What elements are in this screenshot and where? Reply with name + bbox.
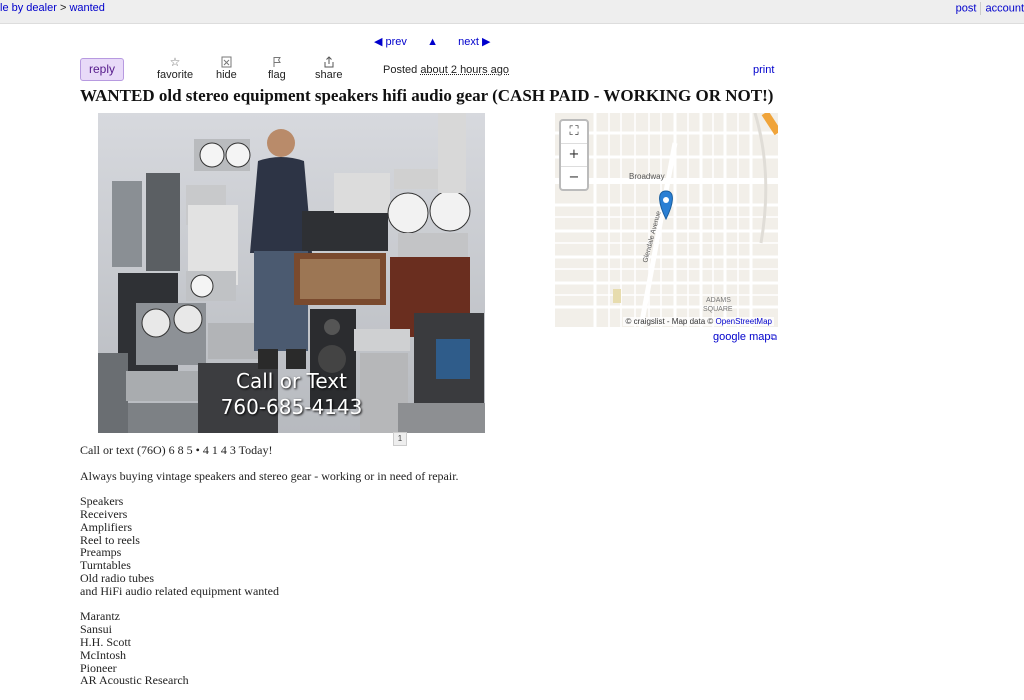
category-list: Speakers Receivers Amplifiers Reel to re… <box>80 495 459 597</box>
fullscreen-icon[interactable]: ⛶ <box>561 121 587 144</box>
zoom-in-button[interactable]: + <box>561 144 587 167</box>
account-link[interactable]: account <box>985 2 1024 14</box>
posting-title: WANTED old stereo equipment speakers hif… <box>80 86 774 105</box>
breadcrumb-wanted[interactable]: wanted <box>69 2 104 14</box>
photo-caption-line1: Call or Text <box>236 369 347 393</box>
up-link[interactable]: ▲ <box>427 36 438 48</box>
favorite-button[interactable]: ☆ favorite <box>157 55 193 82</box>
list-item: AR Acoustic Research <box>80 673 189 688</box>
external-link-icon: ⧉ <box>770 332 777 342</box>
pager: ◀ prev ▲ next ▶ <box>374 35 490 48</box>
listing-photo[interactable]: Call or Text 760-685-4143 <box>98 113 485 433</box>
hide-button[interactable]: hide <box>216 56 237 81</box>
map-controls: ⛶ + − <box>559 119 589 191</box>
posted-label: Posted <box>383 64 418 76</box>
print-link[interactable]: print <box>753 64 774 76</box>
prev-arrow-icon: ◀ <box>374 36 383 48</box>
share-icon <box>315 56 343 69</box>
location-map[interactable]: Broadway Glendale Avenue ADAMS SQUARE ⛶ … <box>555 113 778 327</box>
google-map-link[interactable]: google map⧉ <box>713 331 777 343</box>
zoom-out-button[interactable]: − <box>561 167 587 189</box>
post-link[interactable]: post <box>956 2 977 14</box>
brand-list: Marantz Sansui H.H. Scott McIntosh Pione… <box>80 610 459 687</box>
next-arrow-icon: ▶ <box>481 36 491 48</box>
flag-icon <box>268 56 286 69</box>
top-divider <box>980 2 982 15</box>
prev-link[interactable]: ◀ prev <box>374 36 407 48</box>
star-icon: ☆ <box>169 55 181 69</box>
svg-text:SQUARE: SQUARE <box>703 306 733 313</box>
reply-button[interactable]: reply <box>80 58 124 81</box>
share-button[interactable]: share <box>315 56 343 81</box>
top-links: post account <box>956 2 1024 15</box>
posted-info: Posted about 2 hours ago <box>383 64 509 76</box>
body-tagline: Always buying vintage speakers and stere… <box>80 468 459 483</box>
flag-button[interactable]: flag <box>268 56 286 81</box>
breadcrumb-dealer[interactable]: le by dealer <box>0 2 57 14</box>
body-intro: Call or text (76O) 6 8 5 • 4 1 4 3 Today… <box>80 443 273 457</box>
posting-body: Call or text (76O) 6 8 5 • 4 1 4 3 Today… <box>80 444 459 700</box>
breadcrumb-separator: > <box>59 2 67 14</box>
breadcrumb: le by dealer > wanted <box>0 2 105 14</box>
top-bar: le by dealer > wanted post account <box>0 0 1024 24</box>
photo-caption-line2: 760-685-4143 <box>220 395 363 419</box>
svg-text:Broadway: Broadway <box>629 172 665 181</box>
posted-time: about 2 hours ago <box>420 64 509 76</box>
next-link[interactable]: next ▶ <box>458 36 490 48</box>
list-item: and HiFi audio related equipment wanted <box>80 583 279 598</box>
map-attribution: © craigslist - Map data © OpenStreetMap <box>623 317 774 326</box>
hide-icon <box>216 56 237 69</box>
openstreetmap-link[interactable]: OpenStreetMap <box>716 317 772 326</box>
svg-text:ADAMS: ADAMS <box>706 297 731 304</box>
